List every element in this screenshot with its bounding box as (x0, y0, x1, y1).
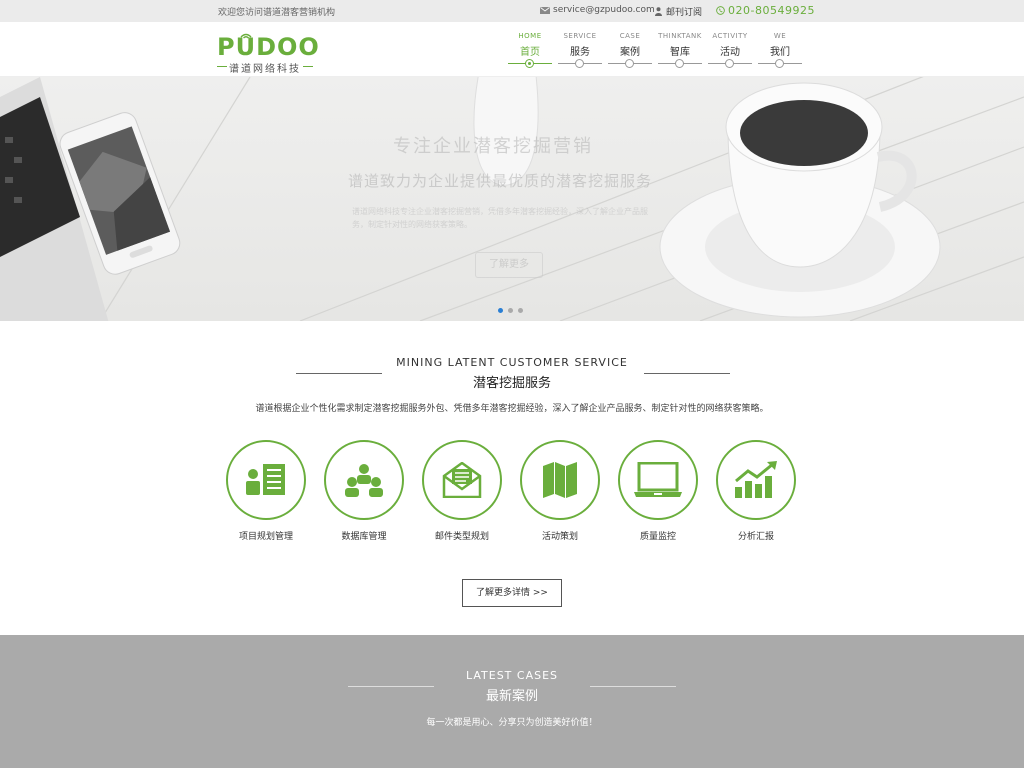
carousel-dots (498, 308, 523, 313)
mail-icon (540, 6, 550, 14)
monitor-icon (634, 462, 682, 497)
nav-item-en: WE (773, 32, 787, 40)
carousel-dot[interactable] (518, 308, 523, 313)
service-label: 项目规划管理 (238, 532, 293, 542)
cases-heading: LATEST CASES 最新案例 (0, 669, 1024, 704)
growth-chart-icon (735, 461, 777, 498)
nav-item-label: 智库 (670, 47, 690, 58)
banner-title: 专注企业潜客挖掘营销 (393, 136, 593, 157)
banner-overlay: 专注企业潜客挖掘营销 谱道致力为企业提供最优质的潜客挖掘服务 谱道网络科技专注企… (0, 77, 1024, 321)
database-users-icon (345, 464, 383, 497)
nav-item-label: 我们 (770, 47, 790, 58)
service-icon-circle (226, 440, 306, 520)
phone-number: 020-80549925 (716, 4, 815, 17)
email-text: service@gzpudoo.com (553, 5, 655, 15)
nav-item-label: 服务 (570, 47, 590, 58)
service-item-project-plan[interactable]: 项目规划管理 (226, 440, 306, 542)
service-label: 数据库管理 (341, 532, 387, 542)
nav-service[interactable]: SERVICE 服务 (555, 32, 605, 72)
service-item-activity[interactable]: 活动策划 (520, 440, 600, 542)
logo-wordmark: PUDOO (217, 33, 320, 61)
top-bar: 欢迎您访问谱道潜客营销机构 service@gzpudoo.com 邮刊订阅 0… (0, 0, 1024, 22)
nav-we[interactable]: WE 我们 (755, 32, 805, 72)
cases-divider-left (348, 686, 434, 687)
project-plan-icon (246, 464, 285, 495)
subscribe-link[interactable]: 邮刊订阅 (655, 5, 702, 18)
service-heading-zh: 潜客挖掘服务 (472, 376, 551, 391)
banner-description: 谱道网络科技专注企业潜客挖掘营销，凭借多年潜客挖掘经验，深入了解企业产品服务，制… (352, 207, 648, 229)
latest-cases-section: LATEST CASES 最新案例 每一次都是用心、分享只为创造美好价值！ (0, 635, 1024, 768)
nav-item-label: 案例 (620, 47, 640, 58)
welcome-text: 欢迎您访问谱道潜客营销机构 (218, 8, 336, 18)
email-envelope-icon (442, 462, 482, 498)
service-label: 邮件类型规划 (434, 532, 489, 542)
nav-indicator-dot (575, 59, 584, 68)
logo-subtitle: 谱道网络科技 (217, 60, 313, 75)
banner-more-button[interactable]: 了解更多 (475, 252, 543, 278)
service-icon-circle (716, 440, 796, 520)
site-logo[interactable]: PUDOO 谱道网络科技 (217, 33, 319, 75)
nav-indicator-dot (775, 59, 784, 68)
service-label: 活动策划 (541, 532, 578, 542)
service-item-email[interactable]: 邮件类型规划 (422, 440, 502, 542)
phone-text: 020-80549925 (728, 4, 815, 17)
service-label: 分析汇报 (737, 532, 774, 542)
nav-indicator-dot (625, 59, 634, 68)
service-heading: MINING LATENT CUSTOMER SERVICE 潜客挖掘服务 (0, 356, 1024, 391)
phone-icon (716, 6, 725, 15)
subscribe-text: 邮刊订阅 (666, 8, 703, 18)
nav-indicator-dot (725, 59, 734, 68)
service-item-quality[interactable]: 质量监控 (618, 440, 698, 542)
service-description: 谱道根据企业个性化需求制定潜客挖掘服务外包、凭借多年潜客挖掘经验，深入了解企业产… (255, 404, 769, 414)
nav-thinktank[interactable]: THINKTANK 智库 (655, 32, 705, 72)
nav-item-en: ACTIVITY (712, 32, 748, 40)
service-list: 项目规划管理 数据库管理 邮件类型规划 活动策划 质量监控 分析汇报 (226, 440, 796, 542)
nav-indicator-dot (525, 59, 534, 68)
main-nav: HOME 首页 SERVICE 服务 CASE 案例 THINKTANK 智库 … (505, 32, 805, 72)
service-icon-circle (324, 440, 404, 520)
nav-item-en: THINKTANK (658, 32, 702, 40)
cases-heading-zh: 最新案例 (485, 689, 538, 704)
site-header: PUDOO 谱道网络科技 HOME 首页 SERVICE 服务 CASE 案例 … (0, 22, 1024, 77)
nav-item-label: 活动 (720, 47, 740, 58)
nav-item-en: SERVICE (563, 32, 597, 40)
heading-divider-left (296, 373, 382, 374)
service-icon-circle (618, 440, 698, 520)
cases-heading-en: LATEST CASES (465, 669, 559, 682)
nav-case[interactable]: CASE 案例 (605, 32, 655, 72)
nav-item-en: HOME (518, 32, 542, 40)
cases-divider-right (590, 686, 676, 687)
hero-banner[interactable]: 专注企业潜客挖掘营销 谱道致力为企业提供最优质的潜客挖掘服务 谱道网络科技专注企… (0, 77, 1024, 321)
wifi-signal-icon (240, 33, 252, 39)
service-heading-en: MINING LATENT CUSTOMER SERVICE (396, 356, 628, 369)
nav-indicator-dot (675, 59, 684, 68)
carousel-dot[interactable] (508, 308, 513, 313)
nav-item-en: CASE (619, 32, 641, 40)
heading-divider-right (644, 373, 730, 374)
service-icon-circle (520, 440, 600, 520)
nav-activity[interactable]: ACTIVITY 活动 (705, 32, 755, 72)
service-item-analysis[interactable]: 分析汇报 (716, 440, 796, 542)
nav-home[interactable]: HOME 首页 (505, 32, 555, 72)
banner-subtitle: 谱道致力为企业提供最优质的潜客挖掘服务 (348, 172, 653, 190)
service-item-database[interactable]: 数据库管理 (324, 440, 404, 542)
service-icon-circle (422, 440, 502, 520)
user-icon (655, 7, 662, 16)
carousel-dot-active[interactable] (498, 308, 503, 313)
more-details-button[interactable]: 了解更多详情 >> (462, 579, 562, 607)
nav-item-label: 首页 (520, 47, 540, 58)
email-link[interactable]: service@gzpudoo.com (540, 5, 655, 15)
service-label: 质量监控 (639, 532, 676, 542)
cases-description: 每一次都是用心、分享只为创造美好价值！ (426, 718, 598, 728)
map-fold-icon (543, 462, 577, 498)
